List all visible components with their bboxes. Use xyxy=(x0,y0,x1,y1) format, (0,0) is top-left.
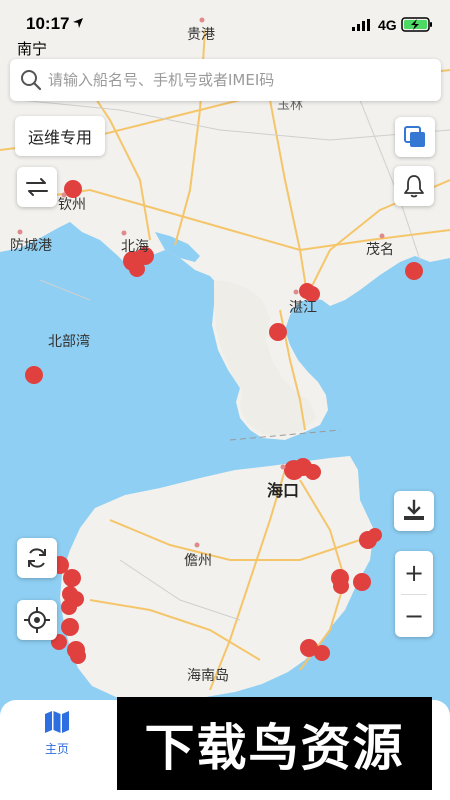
battery-charging-icon xyxy=(401,17,432,32)
locate-button[interactable] xyxy=(17,600,57,640)
download-icon xyxy=(404,499,424,520)
notifications-button[interactable] xyxy=(394,166,434,206)
signal-icon xyxy=(352,19,370,31)
map-label-danzhou: 儋州 xyxy=(184,553,212,569)
map-label-beihai: 北海 xyxy=(121,239,149,255)
tab-home[interactable]: 主页 xyxy=(28,710,86,757)
search-input[interactable] xyxy=(48,71,418,89)
bell-icon xyxy=(404,175,424,198)
status-bar: 10:17 南宁 4G xyxy=(0,0,450,58)
ops-mode-chip[interactable]: 运维专用 xyxy=(15,116,105,156)
map-label-beibuwan: 北部湾 xyxy=(48,334,90,350)
swap-arrows-icon xyxy=(26,178,48,196)
zoom-out-button[interactable]: − xyxy=(395,594,433,637)
map-label-qinzhou: 钦州 xyxy=(58,197,86,213)
map-icon xyxy=(45,711,69,733)
download-button[interactable] xyxy=(394,491,434,531)
status-time: 10:17 xyxy=(26,14,70,33)
zoom-divider xyxy=(401,594,427,595)
watermark-banner: 下载鸟资源 xyxy=(117,697,432,790)
map-label-zhanjiang: 湛江 xyxy=(289,300,317,316)
search-bar[interactable] xyxy=(10,59,441,101)
crosshair-icon xyxy=(24,607,50,633)
layers-icon xyxy=(404,126,425,147)
tab-home-label: 主页 xyxy=(44,742,69,756)
switch-button[interactable] xyxy=(17,167,57,207)
location-arrow-icon xyxy=(73,18,83,28)
refresh-icon xyxy=(28,548,46,568)
layers-button[interactable] xyxy=(395,117,435,157)
map-label-maoming: 茂名 xyxy=(366,242,394,258)
zoom-in-button[interactable]: + xyxy=(395,551,433,594)
current-city: 南宁 xyxy=(17,40,48,58)
zoom-controls: + − xyxy=(395,551,433,637)
watermark-text: 下载鸟资源 xyxy=(144,718,405,777)
network-type: 4G xyxy=(378,17,397,33)
map-label-fangchenggang: 防城港 xyxy=(10,238,52,254)
map-label-haikou: 海口 xyxy=(267,481,300,500)
map-label-hainandao: 海南岛 xyxy=(187,668,229,684)
search-icon xyxy=(21,70,42,91)
refresh-button[interactable] xyxy=(17,538,57,578)
